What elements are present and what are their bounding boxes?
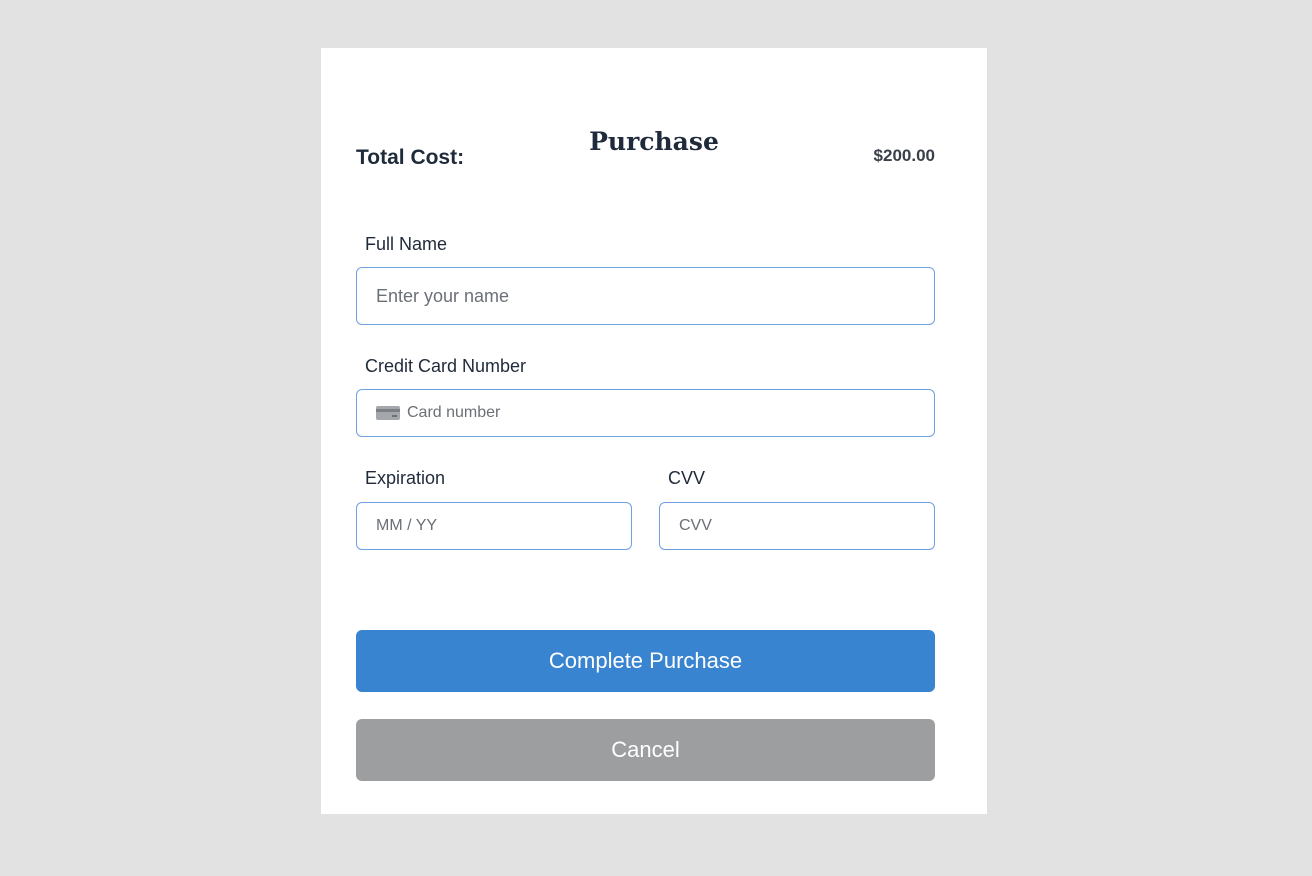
card-number-input[interactable] xyxy=(407,390,927,435)
cvv-label: CVV xyxy=(668,468,706,488)
cancel-button[interactable]: Cancel xyxy=(356,719,935,781)
expiration-label: Expiration xyxy=(365,468,446,488)
expiration-input[interactable] xyxy=(356,502,632,550)
credit-card-icon xyxy=(376,406,400,420)
full-name-input[interactable] xyxy=(356,267,935,325)
purchase-card: Purchase Total Cost: $200.00 Full Name C… xyxy=(321,48,987,814)
total-cost-value: $200.00 xyxy=(873,146,935,165)
complete-purchase-button[interactable]: Complete Purchase xyxy=(356,630,935,692)
cvv-input[interactable] xyxy=(659,502,935,550)
full-name-label: Full Name xyxy=(365,234,448,254)
total-cost-label: Total Cost: xyxy=(356,146,465,169)
card-number-field[interactable] xyxy=(356,389,935,437)
card-number-label: Credit Card Number xyxy=(365,356,527,376)
